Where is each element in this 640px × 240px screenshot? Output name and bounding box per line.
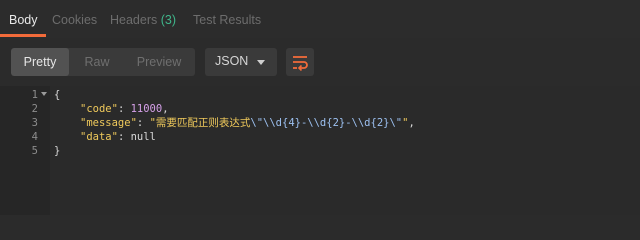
json-colon: : — [117, 103, 131, 115]
code-line: "code": 11000, — [80, 102, 169, 116]
wrap-lines-button[interactable] — [286, 48, 314, 76]
chevron-down-icon — [257, 60, 265, 65]
tab-headers[interactable]: Headers (3) — [110, 12, 176, 28]
open-brace: { — [54, 89, 61, 101]
json-string: "需要匹配正则表达式 — [149, 117, 251, 129]
line-number: 3 — [31, 117, 38, 129]
response-body-editor[interactable]: 1 2 3 4 5 { "code": 11000, "message": "需… — [0, 86, 640, 215]
pretty-button[interactable]: Pretty — [11, 48, 69, 76]
close-brace: } — [54, 145, 61, 157]
json-colon: : — [117, 131, 131, 143]
tab-test-results[interactable]: Test Results — [193, 12, 261, 28]
code-line: } — [54, 144, 60, 158]
fold-toggle-icon[interactable] — [41, 92, 47, 96]
tab-headers-label: Headers — [110, 13, 158, 27]
json-string-escape: \"\\d{4}-\\d{2}-\\d{2}\" — [250, 117, 403, 129]
line-number-gutter: 1 2 3 4 5 — [0, 86, 50, 215]
active-tab-indicator — [0, 34, 46, 37]
json-number: 11000 — [130, 103, 163, 115]
headers-count-badge: (3) — [160, 13, 177, 27]
json-null: null — [130, 131, 156, 143]
json-comma: , — [408, 117, 415, 129]
format-select-value: JSON — [215, 54, 249, 68]
wrap-lines-icon — [293, 56, 308, 71]
view-mode-segment: Pretty Raw Preview — [11, 48, 195, 76]
line-number: 2 — [31, 103, 38, 115]
line-number: 1 — [31, 89, 38, 101]
json-comma: , — [162, 103, 169, 115]
json-key: "code" — [80, 103, 118, 115]
code-line: "message": "需要匹配正则表达式\"\\d{4}-\\d{2}-\\d… — [80, 116, 415, 130]
line-number: 4 — [31, 131, 38, 143]
preview-button[interactable]: Preview — [129, 48, 189, 76]
response-tabs: Body Cookies Headers (3) Test Results — [0, 0, 640, 39]
tab-body[interactable]: Body — [9, 12, 38, 28]
tab-cookies[interactable]: Cookies — [52, 12, 97, 28]
response-toolbar: Pretty Raw Preview JSON — [0, 38, 640, 86]
json-key: "message" — [80, 117, 137, 129]
code-line: "data": null — [80, 130, 156, 144]
format-select[interactable]: JSON — [205, 48, 277, 76]
line-number: 5 — [31, 145, 38, 157]
json-key: "data" — [80, 131, 118, 143]
raw-button[interactable]: Raw — [73, 48, 121, 76]
json-colon: : — [136, 117, 150, 129]
code-line: { — [54, 88, 60, 102]
